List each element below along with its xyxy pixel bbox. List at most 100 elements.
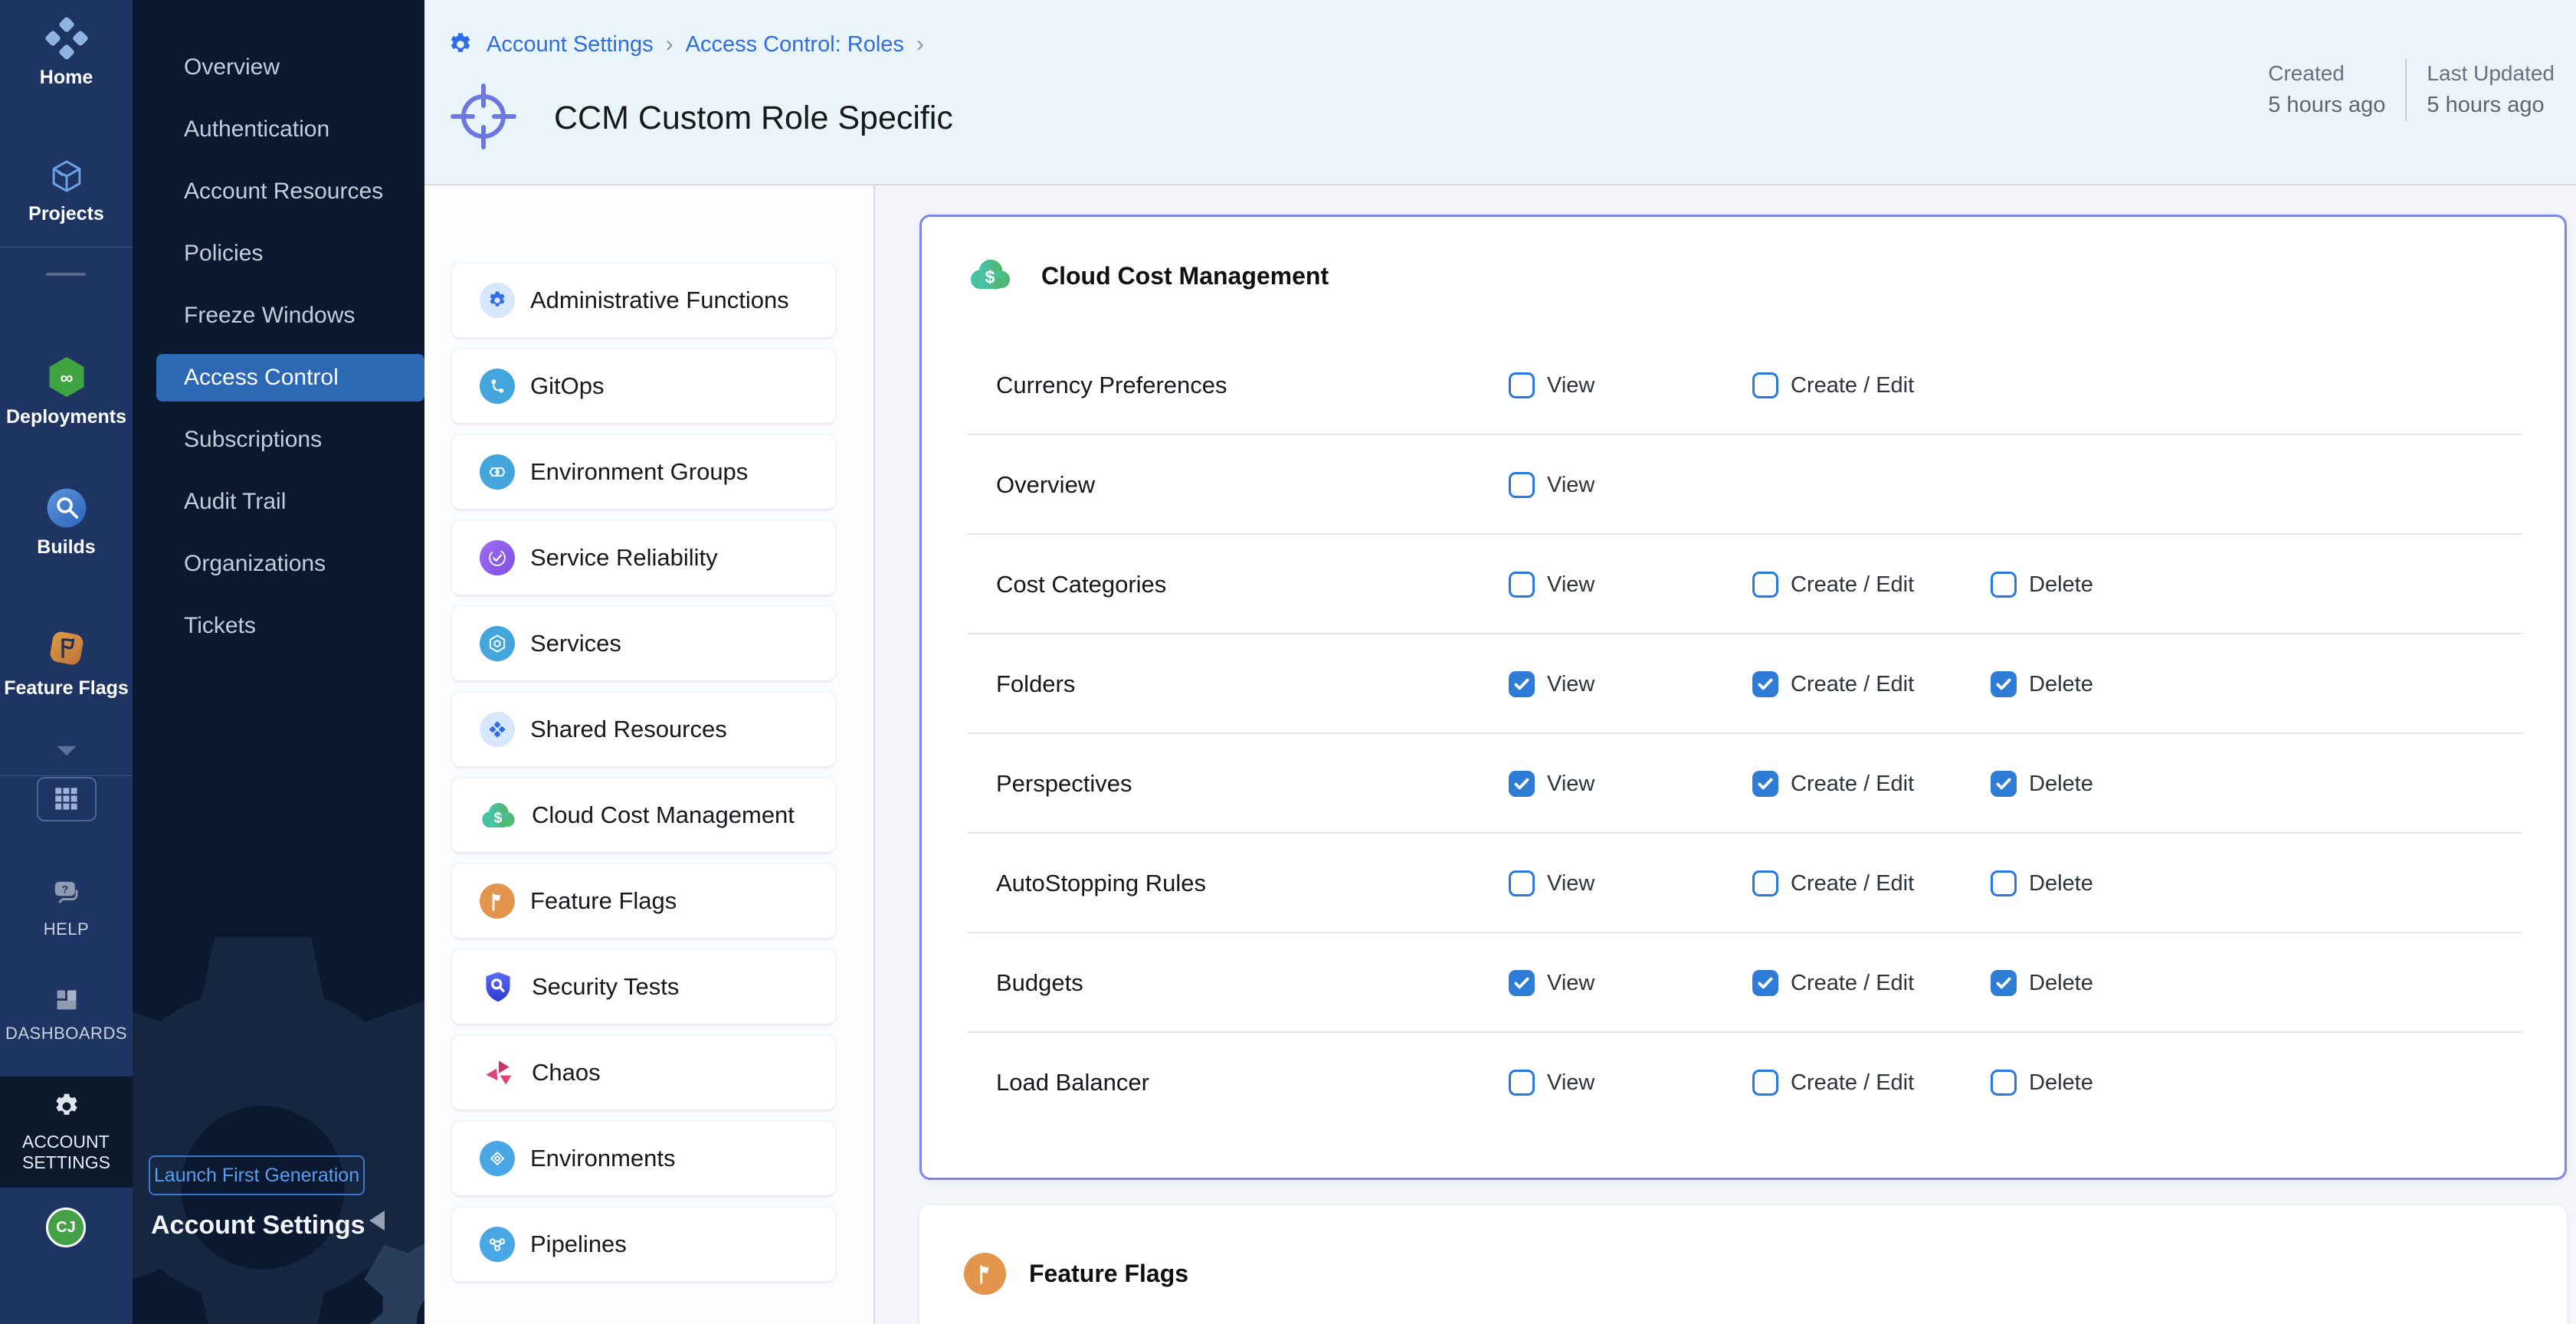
checkbox-unchecked[interactable] [1752, 372, 1778, 398]
resource-card-environments[interactable]: Environments [452, 1122, 835, 1195]
permission-currency-preferences-view[interactable]: View [1509, 372, 1594, 398]
checkbox-checked[interactable] [1991, 671, 2017, 697]
permission-cost-categories-create-edit[interactable]: Create / Edit [1752, 572, 1914, 598]
permission-perspectives-view[interactable]: View [1509, 771, 1594, 797]
rail-item-deployments[interactable]: ∞ Deployments [0, 354, 133, 428]
sidebar-item-authentication[interactable]: Authentication [156, 106, 424, 153]
resource-card-service-reliability[interactable]: Service Reliability [452, 521, 835, 595]
resource-card-cloud-cost-management[interactable]: $Cloud Cost Management [452, 778, 835, 852]
permission-row-autostopping-rules: AutoStopping Rules View Create / Edit De… [922, 834, 2565, 933]
permission-budgets-create-edit[interactable]: Create / Edit [1752, 970, 1914, 996]
checkbox-unchecked[interactable] [1509, 1070, 1535, 1096]
rail-item-label: ACCOUNT SETTINGS [22, 1132, 110, 1173]
checkbox-unchecked[interactable] [1752, 572, 1778, 598]
resource-card-chaos[interactable]: Chaos [452, 1036, 835, 1109]
rail-item-dashboards[interactable]: DASHBOARDS [0, 982, 133, 1044]
permission-folders-delete[interactable]: Delete [1991, 671, 2093, 697]
resource-list: Administrative Functions GitOps Environmen… [424, 264, 873, 1281]
sidebar-item-policies[interactable]: Policies [156, 230, 424, 277]
permission-currency-preferences-create-edit[interactable]: Create / Edit [1752, 372, 1914, 398]
permission-budgets-view[interactable]: View [1509, 970, 1594, 996]
checkbox-unchecked[interactable] [1509, 572, 1535, 598]
checkbox-checked[interactable] [1752, 771, 1778, 797]
breadcrumb-link-access-control-roles[interactable]: Access Control: Roles [686, 32, 904, 57]
feature-flags-icon [44, 661, 90, 674]
checkbox-checked[interactable] [1509, 671, 1535, 697]
resource-card-administrative-functions[interactable]: Administrative Functions [452, 264, 835, 337]
checkbox-unchecked[interactable] [1509, 472, 1535, 498]
svg-text:$: $ [985, 267, 995, 287]
checkbox-unchecked[interactable] [1509, 870, 1535, 896]
feature-flags-panel: Feature Flags [919, 1205, 2567, 1324]
rail-item-help[interactable]: ? HELP [0, 873, 133, 939]
module-picker-button[interactable] [37, 777, 97, 821]
resource-card-services[interactable]: Services [452, 607, 835, 680]
permission-rows: Currency Preferences View Create / EditO… [922, 336, 2565, 1177]
checkbox-unchecked[interactable] [1509, 372, 1535, 398]
checkbox-unchecked[interactable] [1991, 1070, 2017, 1096]
sidebar-item-subscriptions[interactable]: Subscriptions [156, 416, 424, 464]
permission-perspectives-delete[interactable]: Delete [1991, 771, 2093, 797]
checkbox-checked[interactable] [1509, 771, 1535, 797]
sidebar-item-audit-trail[interactable]: Audit Trail [156, 478, 424, 526]
cloud-cost-management-icon: $ [968, 255, 1012, 297]
rail-item-projects[interactable]: Projects [0, 156, 133, 225]
avatar[interactable]: CJ [46, 1208, 86, 1247]
launch-first-generation-button[interactable]: Launch First Generation [149, 1155, 365, 1195]
permission-cost-categories-view[interactable]: View [1509, 572, 1594, 598]
permission-row-load-balancer: Load Balancer View Create / Edit Delete [922, 1033, 2565, 1177]
sidebar-item-overview[interactable]: Overview [156, 44, 424, 91]
sidebar-item-tickets[interactable]: Tickets [156, 602, 424, 650]
checkbox-checked[interactable] [1991, 771, 2017, 797]
permission-overview-view[interactable]: View [1509, 472, 1594, 498]
rail-item-home[interactable]: Home [0, 16, 133, 89]
rail-item-feature-flags[interactable]: Feature Flags [0, 625, 133, 700]
resource-card-security-tests[interactable]: Security Tests [452, 950, 835, 1024]
rail-item-label: Home [0, 67, 133, 89]
sidebar-item-freeze-windows[interactable]: Freeze Windows [156, 292, 424, 339]
resource-card-environment-groups[interactable]: Environment Groups [452, 435, 835, 509]
checkbox-unchecked[interactable] [1991, 572, 2017, 598]
rail-item-account-settings[interactable]: ACCOUNT SETTINGS [0, 1077, 133, 1188]
sidebar-item-access-control[interactable]: Access Control [156, 354, 424, 401]
chevron-down-icon[interactable] [0, 744, 133, 762]
permission-load-balancer-delete[interactable]: Delete [1991, 1070, 2093, 1096]
permission-autostopping-rules-view[interactable]: View [1509, 870, 1594, 896]
checkbox-unchecked[interactable] [1752, 870, 1778, 896]
meta-info: Created 5 hours ago Last Updated 5 hours… [2248, 58, 2574, 121]
content: Administrative Functions GitOps Environmen… [424, 185, 2576, 1324]
permission-budgets-delete[interactable]: Delete [1991, 970, 2093, 996]
sidebar-item-organizations[interactable]: Organizations [156, 540, 424, 588]
resource-card-shared-resources[interactable]: Shared Resources [452, 693, 835, 766]
checkbox-checked[interactable] [1991, 970, 2017, 996]
projects-icon [46, 187, 87, 200]
checkbox-unchecked[interactable] [1752, 1070, 1778, 1096]
rail-item-builds[interactable]: Builds [0, 486, 133, 559]
resource-card-label: Cloud Cost Management [532, 801, 795, 829]
permission-load-balancer-view[interactable]: View [1509, 1070, 1594, 1096]
checkbox-checked[interactable] [1752, 671, 1778, 697]
sidebar-item-account-resources[interactable]: Account Resources [156, 168, 424, 215]
resource-card-gitops[interactable]: GitOps [452, 349, 835, 423]
breadcrumb-link-account-settings[interactable]: Account Settings [487, 32, 654, 57]
permission-cost-categories-delete[interactable]: Delete [1991, 572, 2093, 598]
svg-text:?: ? [61, 883, 68, 895]
permission-autostopping-rules-delete[interactable]: Delete [1991, 870, 2093, 896]
permission-folders-create-edit[interactable]: Create / Edit [1752, 671, 1914, 697]
resource-card-pipelines[interactable]: Pipelines [452, 1208, 835, 1281]
settings-sidebar: Overview Authentication Account Resources P… [133, 0, 424, 1324]
rail-divider [0, 775, 133, 776]
sidebar-collapse-icon[interactable] [369, 1211, 385, 1231]
resource-card-label: Environments [530, 1145, 676, 1172]
permission-folders-view[interactable]: View [1509, 671, 1594, 697]
permission-load-balancer-create-edit[interactable]: Create / Edit [1752, 1070, 1914, 1096]
permission-label: Delete [2029, 772, 2093, 797]
resource-card-feature-flags[interactable]: Feature Flags [452, 864, 835, 938]
permission-autostopping-rules-create-edit[interactable]: Create / Edit [1752, 870, 1914, 896]
module-rail: Home Projects ∞ Deployments Builds Featur… [0, 0, 133, 1324]
checkbox-checked[interactable] [1509, 970, 1535, 996]
rail-item-label: Deployments [0, 406, 133, 428]
checkbox-unchecked[interactable] [1991, 870, 2017, 896]
permission-perspectives-create-edit[interactable]: Create / Edit [1752, 771, 1914, 797]
checkbox-checked[interactable] [1752, 970, 1778, 996]
